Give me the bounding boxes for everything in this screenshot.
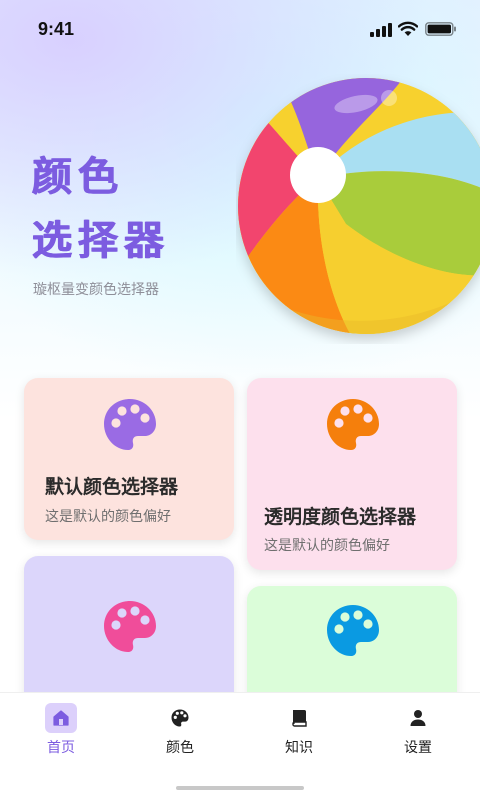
tab-settings-icon-bg [402,703,434,733]
bottom-tab-bar: 首页 颜色 知识 设置 [0,692,480,801]
home-indicator[interactable] [176,786,304,790]
card-description: 这是默认的颜色偏好 [264,538,390,554]
tab-label: 设置 [404,740,432,756]
battery-icon [425,22,456,36]
card-title: 透明度颜色选择器 [264,506,417,528]
palette-icon [327,399,379,450]
card-transparency-color-picker[interactable]: 透明度颜色选择器 这是默认的颜色偏好 [247,378,457,570]
card-default-color-picker[interactable]: 默认颜色选择器 这是默认的颜色偏好 [24,378,234,540]
tab-label: 知识 [285,740,313,756]
palette-icon [104,601,156,652]
tab-settings[interactable]: 设置 [358,701,478,761]
signal-icon [370,23,392,37]
home-icon [53,710,69,726]
tab-colors[interactable]: 颜色 [120,701,240,761]
tab-home[interactable]: 首页 [1,701,121,761]
status-bar: 9:41 [0,0,480,56]
hero-title-line1: 颜色 [32,154,124,200]
tab-knowledge[interactable]: 知识 [239,701,359,761]
tab-label: 颜色 [166,740,194,756]
status-time: 9:41 [38,19,75,39]
hero-subtitle: 璇枢量变颜色选择器 [33,282,159,298]
card-description: 这是默认的颜色偏好 [45,509,171,525]
wifi-icon [398,21,418,36]
palette-icon [327,605,379,656]
tab-label: 首页 [47,740,75,756]
beach-ball-illustration [238,78,480,334]
palette-icon [171,709,189,727]
hero-title-line2: 选择器 [32,218,170,264]
tab-home-icon-bg [45,703,77,733]
palette-icon [104,399,156,450]
book-icon [292,710,307,727]
user-icon [410,710,426,726]
card-title: 默认颜色选择器 [45,476,179,498]
tab-knowledge-icon-bg [283,703,315,733]
tab-colors-icon-bg [164,703,196,733]
